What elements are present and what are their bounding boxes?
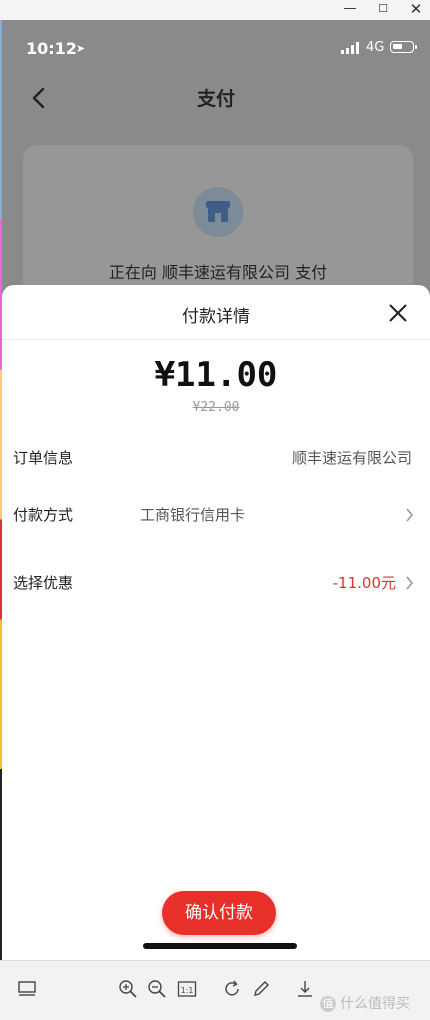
edit-pencil-icon[interactable] (251, 979, 271, 999)
payment-amount: ¥11.00 (154, 355, 278, 395)
order-info-row: 订单信息 顺丰速运有限公司 (2, 443, 430, 473)
original-amount: ¥22.00 (192, 400, 240, 415)
watermark: 值什么值得买 (320, 993, 410, 1013)
phone-screen: 10:12 ➤ 4G 支付 正在向 顺丰速运有限公司 支付 付款详情 ¥11.0… (2, 20, 430, 960)
sheet-title: 付款详情 (182, 307, 250, 327)
payment-method-label: 付款方式 (13, 506, 74, 524)
payment-method-row[interactable]: 付款方式 工商银行信用卡 (2, 500, 430, 530)
actual-size-icon[interactable]: 1:1 (177, 979, 197, 999)
order-info-label: 订单信息 (13, 449, 74, 467)
close-icon[interactable] (387, 302, 409, 324)
zoom-in-icon[interactable] (118, 979, 138, 999)
payment-details-sheet: 付款详情 ¥11.00 ¥22.00 订单信息 顺丰速运有限公司 付款方式 工商… (2, 285, 430, 960)
signal-icon (341, 42, 361, 54)
thumbnail-icon[interactable] (17, 979, 37, 999)
store-icon (206, 201, 230, 222)
order-info-value: 顺丰速运有限公司 (291, 449, 412, 467)
redaction-blur (246, 500, 412, 530)
window-minimize-button[interactable]: — (338, 0, 362, 20)
home-indicator (143, 943, 297, 949)
confirm-payment-button[interactable]: 确认付款 (162, 891, 276, 935)
svg-text:1:1: 1:1 (181, 986, 194, 995)
window-close-button[interactable]: ✕ (404, 0, 428, 20)
battery-icon (390, 41, 417, 53)
rotate-icon[interactable] (222, 979, 242, 999)
viewer-toolbar: 1:1 值什么值得买 (0, 960, 430, 1020)
chevron-right-icon (406, 576, 414, 590)
discount-value: -11.00元 (332, 574, 396, 592)
location-arrow-icon: ➤ (76, 42, 86, 55)
watermark-text: 什么值得买 (340, 996, 410, 1012)
window-maximize-button[interactable]: ☐ (371, 0, 395, 20)
merchant-icon (193, 187, 243, 237)
discount-row[interactable]: 选择优惠 -11.00元 (2, 568, 430, 598)
status-time: 10:12 (26, 39, 77, 58)
download-icon[interactable] (295, 979, 315, 999)
zoom-out-icon[interactable] (147, 979, 167, 999)
paying-to-text: 正在向 顺丰速运有限公司 支付 (108, 263, 328, 282)
page-title: 支付 (196, 88, 235, 110)
discount-label: 选择优惠 (13, 574, 74, 592)
chevron-right-icon (406, 508, 414, 522)
watermark-badge: 值 (320, 996, 336, 1012)
status-bar: 10:12 ➤ 4G (2, 20, 430, 75)
network-type: 4G (366, 40, 385, 55)
divider (2, 339, 430, 340)
payment-method-value: 工商银行信用卡 (140, 506, 246, 524)
window-titlebar: — ☐ ✕ (0, 0, 430, 20)
